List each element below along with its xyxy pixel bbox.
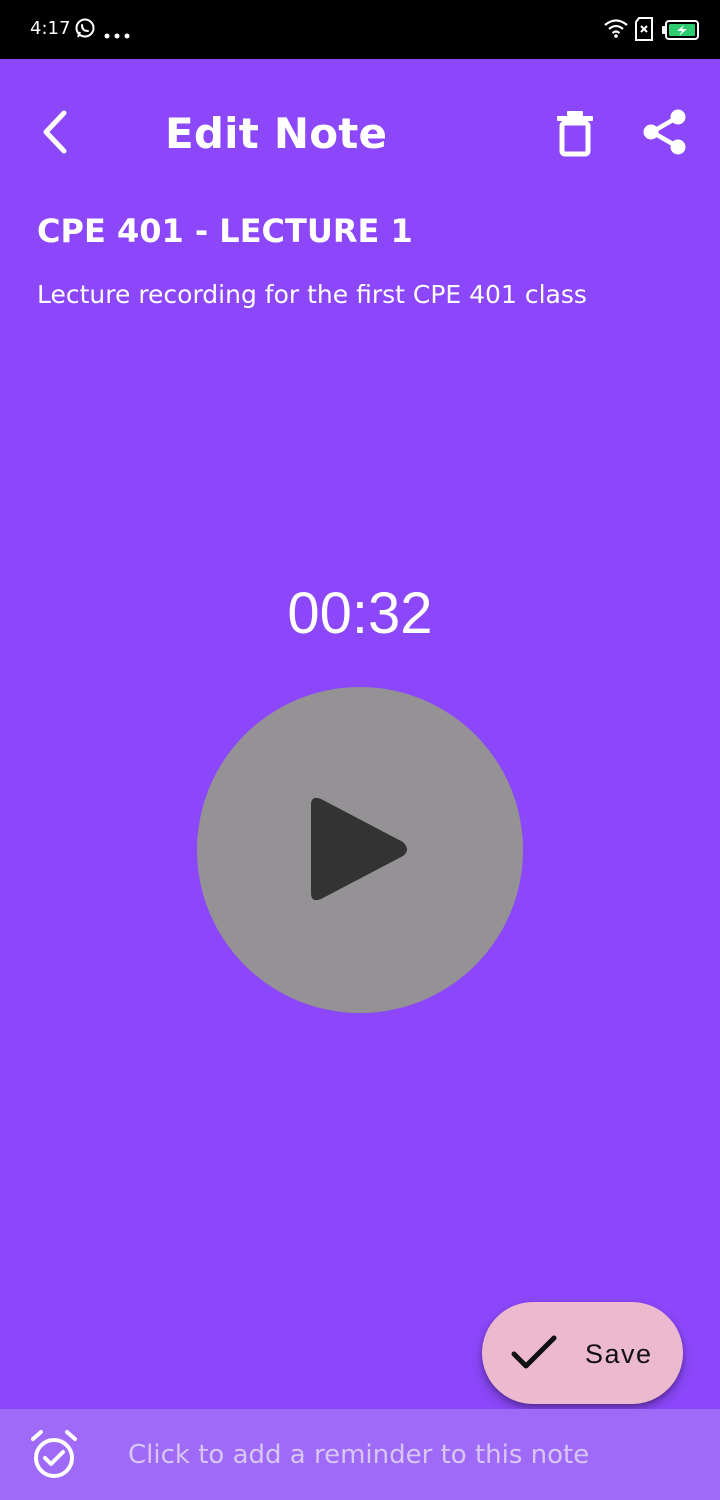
save-button-label: Save bbox=[585, 1339, 653, 1369]
check-icon bbox=[511, 1335, 557, 1369]
save-button[interactable]: Save bbox=[482, 1302, 683, 1404]
wifi-icon bbox=[603, 17, 629, 44]
more-dots-icon bbox=[104, 26, 130, 44]
whatsapp-icon bbox=[74, 17, 96, 44]
back-button[interactable] bbox=[34, 107, 76, 157]
add-reminder-bar[interactable]: Click to add a reminder to this note bbox=[0, 1409, 720, 1500]
chevron-left-icon bbox=[43, 110, 67, 154]
status-time: 4:17 bbox=[30, 18, 71, 39]
status-bar: 4:17 bbox=[0, 0, 720, 59]
battery-charging-icon bbox=[662, 20, 700, 45]
reminder-prompt: Click to add a reminder to this note bbox=[128, 1440, 590, 1470]
delete-button[interactable] bbox=[553, 109, 597, 157]
note-title[interactable]: CPE 401 - LECTURE 1 bbox=[37, 211, 413, 251]
note-description[interactable]: Lecture recording for the first CPE 401 … bbox=[37, 279, 587, 311]
sim-icon bbox=[634, 17, 654, 46]
share-icon bbox=[643, 109, 686, 155]
edit-note-screen: Edit Note CPE 401 - LECTURE 1 Lecture re… bbox=[0, 59, 720, 1500]
share-button[interactable] bbox=[640, 107, 690, 157]
play-button[interactable] bbox=[197, 687, 523, 1013]
page-title: Edit Note bbox=[165, 109, 388, 158]
trash-icon bbox=[557, 111, 593, 157]
alarm-check-icon bbox=[31, 1430, 77, 1478]
play-icon bbox=[311, 797, 407, 901]
recording-timer: 00:32 bbox=[287, 581, 433, 646]
